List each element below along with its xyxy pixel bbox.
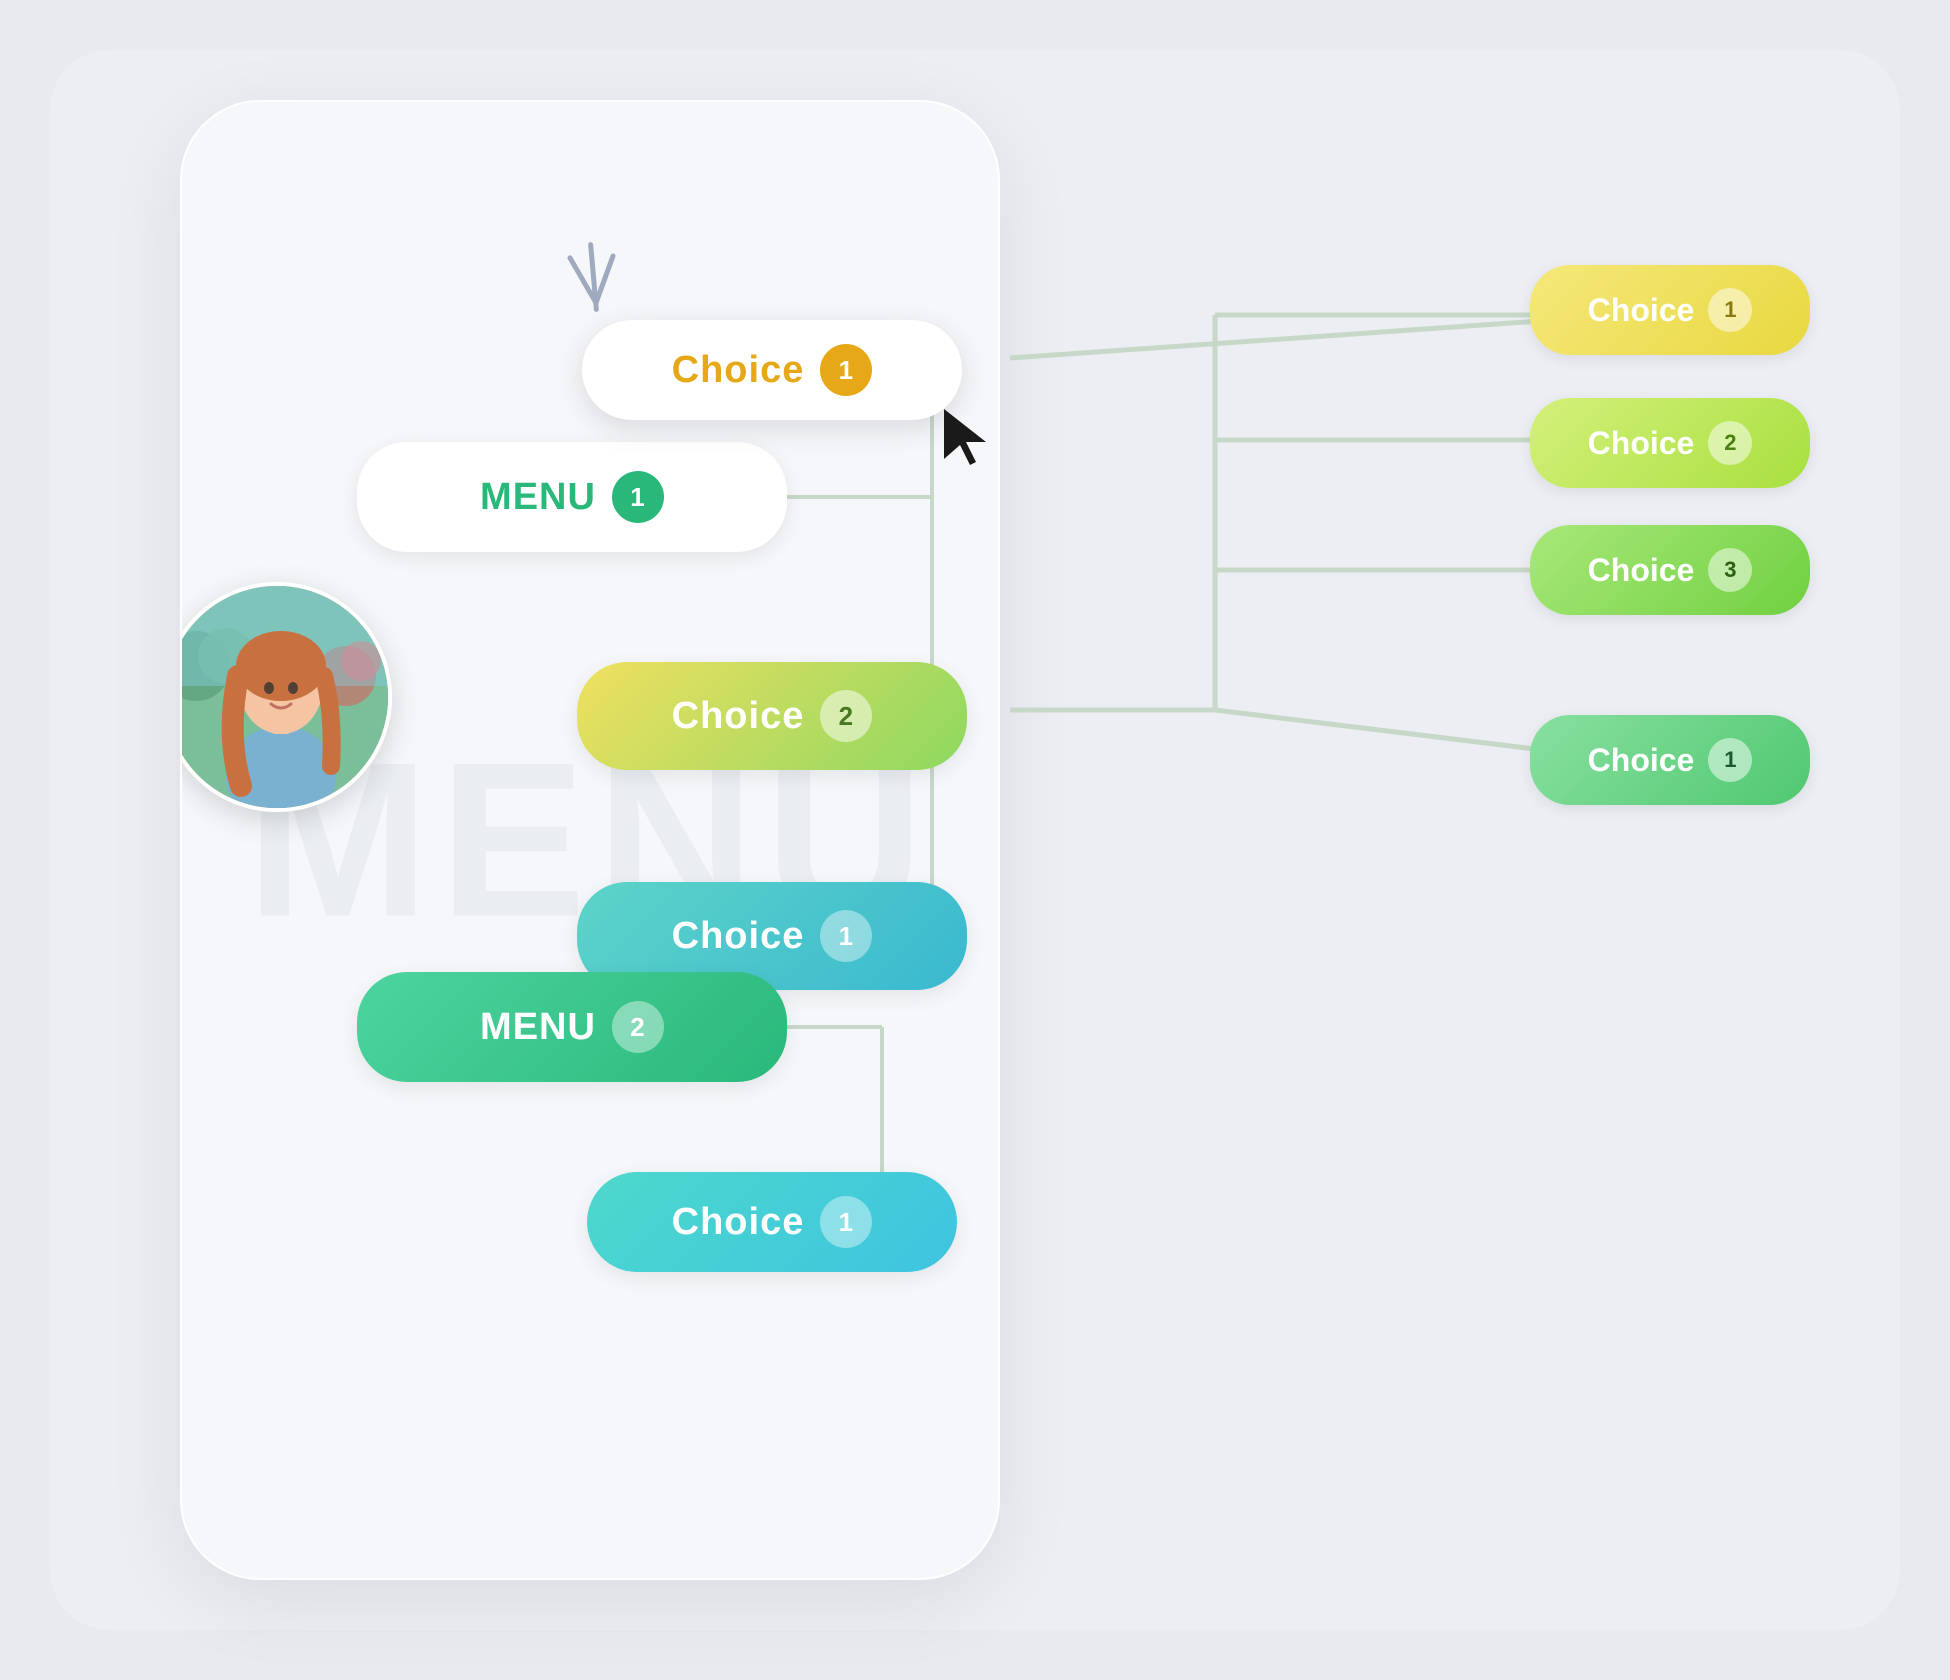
cursor-icon (942, 407, 992, 467)
right-choice2-node[interactable]: Choice 2 (1530, 398, 1810, 488)
menu1-badge: 1 (612, 471, 664, 523)
menu2-badge: 2 (612, 1001, 664, 1053)
right-choice2-badge: 2 (1708, 421, 1752, 465)
right-choice3-node[interactable]: Choice 3 (1530, 525, 1810, 615)
choice-next-node[interactable]: Choice 1 (587, 1172, 957, 1272)
choice-next-label: Choice (672, 1201, 805, 1244)
menu1-node[interactable]: MENU 1 (357, 442, 787, 552)
right-choice4-node[interactable]: Choice 1 (1530, 715, 1810, 805)
right-choice2-label: Choice (1588, 425, 1695, 462)
right-choice3-label: Choice (1588, 552, 1695, 589)
choice3-lower-badge: 1 (820, 910, 872, 962)
choice1-top-label: Choice (672, 349, 805, 392)
choice2-mid-badge: 2 (820, 690, 872, 742)
choice2-mid-node[interactable]: Choice 2 (577, 662, 967, 770)
right-choice4-badge: 1 (1708, 738, 1752, 782)
right-choice4-label: Choice (1588, 742, 1695, 779)
right-choice1-label: Choice (1588, 292, 1695, 329)
right-choice3-badge: 3 (1708, 548, 1752, 592)
menu1-label: MENU (480, 476, 596, 519)
right-choice1-badge: 1 (1708, 288, 1752, 332)
menu2-node[interactable]: MENU 2 (357, 972, 787, 1082)
avatar-svg (180, 586, 392, 812)
phone-inner: MENU (182, 102, 998, 1578)
choice1-top-node[interactable]: Choice 1 (582, 320, 962, 420)
avatar-image (180, 586, 388, 808)
phone-frame: MENU (180, 100, 1000, 1580)
choice-next-badge: 1 (820, 1196, 872, 1248)
choice1-top-badge: 1 (820, 344, 872, 396)
choice3-lower-label: Choice (672, 915, 805, 958)
spark-icon (580, 242, 607, 312)
choice2-mid-label: Choice (672, 695, 805, 738)
right-choice1-node[interactable]: Choice 1 (1530, 265, 1810, 355)
avatar (180, 582, 392, 812)
outer-container: MENU (50, 50, 1900, 1630)
menu2-label: MENU (480, 1006, 596, 1049)
